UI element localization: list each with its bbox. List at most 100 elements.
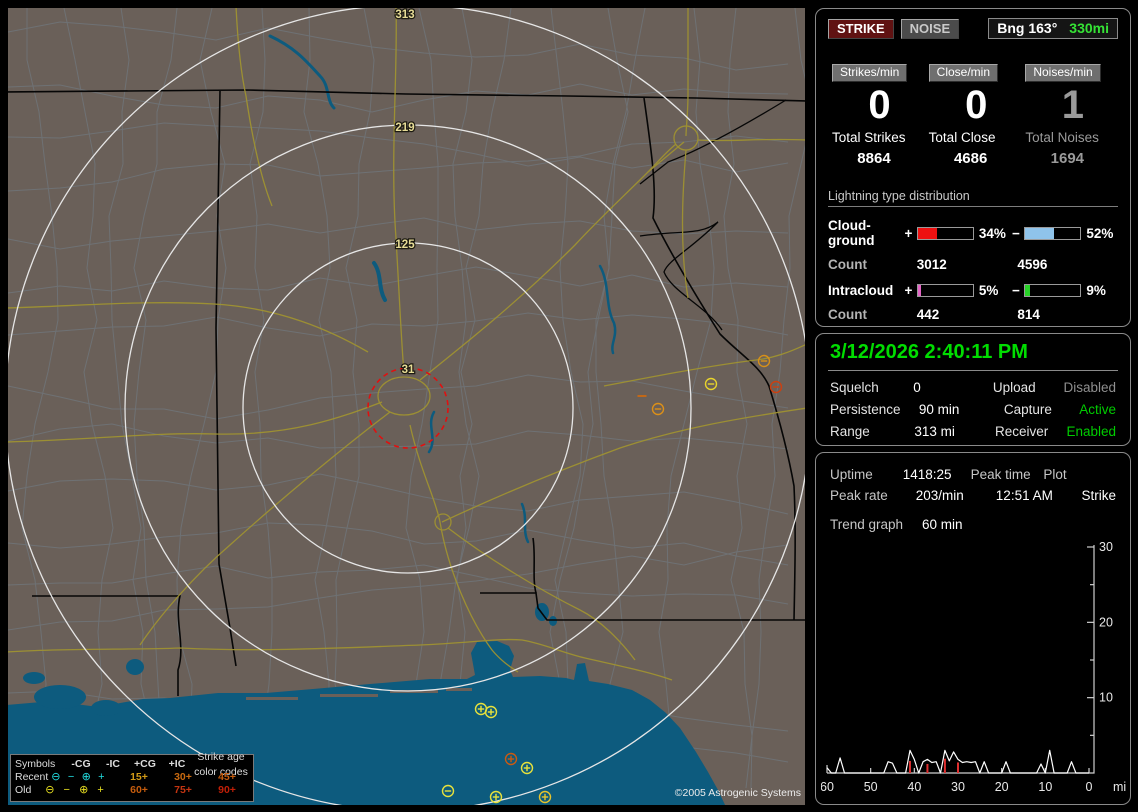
svg-text:31: 31 — [402, 364, 415, 376]
age-code: 75+ — [174, 784, 192, 797]
svg-text:min: min — [1113, 780, 1127, 794]
trend-panel: Uptime 1418:25 Peak time Plot Peak rate … — [815, 452, 1131, 805]
plot-label: Plot — [1043, 467, 1067, 482]
distribution-title: Lightning type distribution — [828, 189, 1118, 207]
svg-text:20: 20 — [995, 780, 1009, 794]
bearing-value: Bng 163° — [997, 20, 1058, 36]
nexstorm-app: { "header": { "strike_label": "STRIKE", … — [0, 0, 1138, 812]
strike-symbol-glyph: ⊕ — [81, 771, 91, 783]
persistence-label: Persistence — [830, 402, 901, 417]
svg-text:50: 50 — [864, 780, 878, 794]
plus-sign: + — [904, 225, 913, 241]
trend-graph-row: Trend graph 60 min — [826, 517, 1120, 532]
count-label: Count — [828, 307, 867, 322]
minus-sign: − — [1011, 225, 1020, 241]
cg-negative-count: 4596 — [1017, 257, 1048, 272]
uptime-value: 1418:25 — [902, 467, 952, 482]
ic-negative-percent: 9% — [1086, 283, 1106, 298]
legend-col-header: -CG — [71, 758, 91, 771]
total-noises-value: 1694 — [1050, 150, 1085, 167]
total-strikes-label: Total Strikes — [832, 130, 906, 145]
total-close-value: 4686 — [953, 150, 988, 167]
receiver-label: Receiver — [994, 424, 1049, 439]
svg-text:10: 10 — [1038, 780, 1052, 794]
strike-symbol-glyph: − — [63, 784, 70, 796]
strike-symbol-glyph: + — [97, 784, 104, 796]
legend-row: Old ⊖ − ⊕ +60+ 75+ 90+ — [15, 784, 249, 797]
ic-positive-percent: 5% — [978, 283, 999, 298]
peak-rate-value: 203/min — [915, 488, 964, 503]
trend-window-value: 60 min — [922, 517, 963, 532]
squelch-row: Squelch 0 Upload Disabled — [828, 380, 1118, 395]
trend-graph: 10 20 30 60 50 40 30 20 10 0 min — [821, 540, 1127, 794]
strikes-per-min-column: Strikes/min 0 Total Strikes 8864 — [828, 63, 925, 167]
strike-symbol-glyph: + — [98, 771, 105, 783]
total-close-label: Total Close — [928, 130, 996, 145]
upload-status: Disabled — [1063, 380, 1116, 395]
cg-negative-percent: 52% — [1086, 225, 1114, 241]
strike-stats-panel: STRIKE NOISE Bng 163° 330mi Strikes/min … — [815, 8, 1131, 327]
receiver-status: Enabled — [1066, 424, 1116, 439]
plot-mode-value: Strike — [1081, 488, 1116, 503]
cloud-ground-row: Cloud-ground + 34% − 52% — [828, 218, 1118, 248]
capture-label: Capture — [1003, 402, 1052, 417]
svg-text:40: 40 — [907, 780, 921, 794]
persistence-row: Persistence 90 min Capture Active — [828, 402, 1118, 417]
plus-sign: + — [904, 283, 913, 298]
uptime-label: Uptime — [830, 467, 873, 482]
noises-per-min-chip[interactable]: Noises/min — [1025, 64, 1101, 82]
ic-negative-count: 814 — [1017, 307, 1040, 322]
svg-text:30: 30 — [1099, 540, 1113, 554]
svg-text:313: 313 — [395, 9, 414, 21]
close-per-min-chip[interactable]: Close/min — [928, 64, 999, 82]
peak-rate-label: Peak rate — [830, 488, 888, 503]
range-value: 313 mi — [914, 424, 955, 439]
uptime-row: Uptime 1418:25 Peak time Plot — [826, 467, 1120, 482]
cg-negative-bar — [1024, 226, 1082, 240]
capture-status: Active — [1079, 402, 1116, 417]
svg-text:10: 10 — [1099, 691, 1113, 705]
strike-symbol-glyph: − — [67, 771, 75, 783]
range-row: Range 313 mi Receiver Enabled — [828, 424, 1118, 439]
strike-symbol-glyph: ⊕ — [79, 784, 89, 796]
cloud-ground-label: Cloud-ground — [828, 218, 875, 248]
upload-label: Upload — [992, 380, 1036, 395]
peak-time-value: 12:51 AM — [995, 488, 1053, 503]
svg-text:219: 219 — [395, 122, 414, 134]
strikes-per-min-chip[interactable]: Strikes/min — [832, 64, 908, 82]
total-noises-label: Total Noises — [1025, 130, 1099, 145]
svg-text:0: 0 — [1086, 780, 1093, 794]
squelch-value: 0 — [913, 380, 921, 395]
cloud-ground-count-row: Count 3012 4596 — [828, 257, 1118, 272]
peak-time-label: Peak time — [970, 467, 1031, 482]
noise-button[interactable]: NOISE — [900, 18, 960, 39]
total-strikes-value: 8864 — [857, 150, 891, 167]
cg-positive-percent: 34% — [978, 225, 1006, 241]
close-per-min-value: 0 — [965, 83, 988, 127]
noises-per-min-column: Noises/min 1 Total Noises 1694 — [1021, 63, 1118, 167]
map-canvas: 31 125 219 313 — [8, 8, 805, 805]
strike-button[interactable]: STRIKE — [828, 18, 894, 39]
age-code: 60+ — [130, 784, 148, 797]
ic-positive-count: 442 — [916, 307, 940, 322]
cg-positive-bar — [916, 226, 974, 240]
squelch-label: Squelch — [830, 380, 879, 395]
persistence-value: 90 min — [918, 402, 960, 417]
range-label: Range — [830, 424, 870, 439]
ic-positive-bar — [916, 284, 974, 297]
ic-negative-bar — [1024, 284, 1082, 297]
intracloud-count-row: Count 442 814 — [828, 307, 1118, 322]
strike-symbol-glyph: ⊖ — [51, 771, 61, 783]
minus-sign: − — [1011, 283, 1020, 298]
cg-positive-count: 3012 — [916, 257, 947, 272]
svg-text:60: 60 — [821, 780, 834, 794]
distance-value: 330mi — [1069, 20, 1109, 36]
lightning-map[interactable]: 31 125 219 313 Symbols -CG -IC +CG +IC Strike ag… — [8, 8, 805, 805]
strikes-per-min-value: 0 — [868, 83, 891, 127]
map-legend: Symbols -CG -IC +CG +IC Strike age color code… — [10, 751, 254, 802]
trend-graph-label: Trend graph — [830, 517, 904, 532]
strike-symbol-glyph: ⊖ — [45, 784, 55, 796]
age-code: 90+ — [218, 784, 236, 797]
close-per-min-column: Close/min 0 Total Close 4686 — [925, 63, 1022, 167]
status-panel: 3/12/2026 2:40:11 PM Squelch 0 Upload Di… — [815, 333, 1131, 446]
